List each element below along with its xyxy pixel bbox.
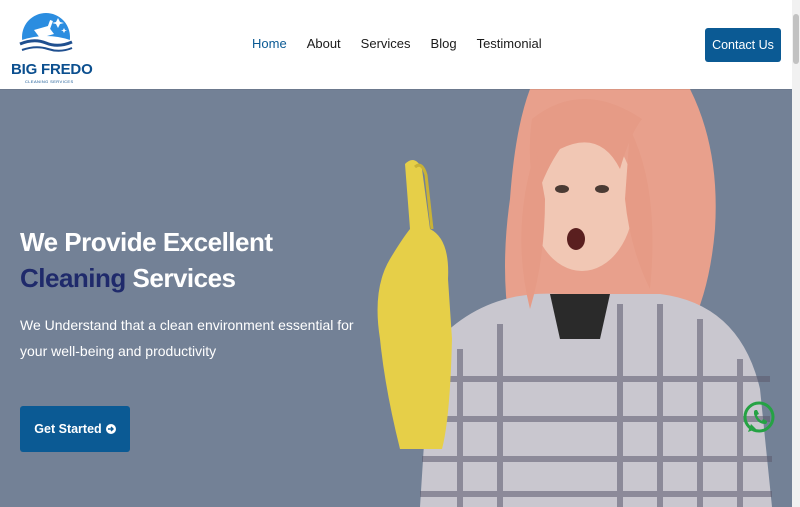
hero-section: We Provide Excellent Cleaning Services W…	[0, 89, 792, 507]
nav-item-blog[interactable]: Blog	[431, 36, 457, 51]
logo-emblem-icon	[19, 13, 73, 60]
nav-item-about[interactable]: About	[307, 36, 341, 51]
brand-logo[interactable]: BIG FREDO CLEANING SERVICES	[9, 10, 93, 86]
get-started-button[interactable]: Get Started	[20, 406, 130, 452]
arrow-right-circle-icon	[105, 424, 116, 434]
hero-title-rest: Services	[132, 263, 236, 293]
nav-item-services[interactable]: Services	[361, 36, 411, 51]
main-nav: Home About Services Blog Testimonial	[252, 36, 542, 51]
brand-tagline: CLEANING SERVICES	[25, 79, 74, 84]
hero-title-line2: Cleaning Services	[20, 260, 273, 296]
page-scrollbar[interactable]	[792, 0, 800, 507]
nav-item-testimonial[interactable]: Testimonial	[477, 36, 542, 51]
get-started-label: Get Started	[34, 422, 102, 436]
contact-us-button[interactable]: Contact Us	[705, 28, 781, 62]
hero-title-accent: Cleaning	[20, 263, 126, 293]
hero-title: We Provide Excellent Cleaning Services	[20, 224, 273, 296]
hero-title-line1: We Provide Excellent	[20, 227, 273, 257]
site-header: BIG FREDO CLEANING SERVICES Home About S…	[0, 0, 792, 89]
scrollbar-thumb[interactable]	[793, 14, 799, 64]
brand-name: BIG FREDO	[11, 61, 93, 78]
nav-item-home[interactable]: Home	[252, 36, 287, 51]
hero-woman-illustration	[377, 89, 772, 507]
whatsapp-icon[interactable]	[742, 396, 776, 442]
hero-subtitle: We Understand that a clean environment e…	[20, 317, 354, 359]
